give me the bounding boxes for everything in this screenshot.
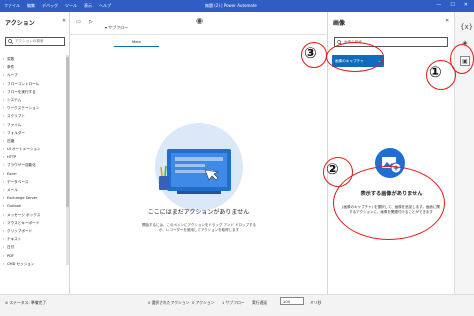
action-group-item[interactable]: フォルダー — [0, 129, 68, 137]
action-group-item[interactable]: メッセージ ボックス — [0, 211, 68, 219]
designer-toolbar: ▭ ▷ ▾ サブフロー ◉ — [70, 12, 327, 35]
annotation-ellipse-empty — [333, 166, 445, 240]
run-delay-unit: ミリ秒 — [310, 300, 322, 305]
images-pane-title: 画像 — [333, 20, 346, 27]
action-group-item[interactable]: HTTP — [0, 153, 68, 161]
tab-main[interactable]: Main — [114, 37, 159, 47]
save-icon[interactable]: ▭ — [76, 19, 81, 25]
subflow-dropdown[interactable]: ▾ サブフロー — [105, 25, 128, 31]
action-group-item[interactable]: メール — [0, 186, 68, 194]
empty-flow-description: 開始するには、このペインにアクションをドラッグ アンド ドロップするか、レコーダ… — [142, 223, 256, 232]
status-text: ⊘ ステータス: 準備完了 — [5, 300, 47, 305]
maximize-button[interactable]: ☐ — [450, 2, 454, 8]
action-group-item[interactable]: UI オートメーション — [0, 145, 68, 153]
action-group-item[interactable]: 条件 — [0, 63, 68, 71]
action-group-item[interactable]: 日付 — [0, 243, 68, 251]
action-group-item[interactable]: CMD セッション — [0, 260, 68, 268]
close-window-button[interactable]: ✕ — [464, 2, 468, 8]
action-group-item[interactable]: ブラウザー自動化 — [0, 161, 68, 169]
search-icon — [8, 39, 13, 44]
menu-edit[interactable]: 編集 — [27, 3, 35, 9]
subflows-count: 1 サブフロー — [222, 300, 245, 305]
actions-pane: アクション ✕ アクションの検索 変数 条件 ループ フローコントロール フロー… — [0, 12, 70, 294]
actions-search-placeholder: アクションの検索 — [15, 39, 44, 43]
window-controls: — ☐ ✕ — [436, 2, 468, 8]
annotation-number-1: ① — [429, 63, 442, 81]
menu-bar: ファイル 編集 デバッグ ツール 表示 ヘルプ — [4, 3, 111, 9]
annotation-ellipse-rail — [450, 44, 474, 74]
menu-help[interactable]: ヘルプ — [99, 3, 111, 9]
actions-search-input[interactable]: アクションの検索 — [5, 37, 65, 46]
annotation-number-2: ② — [326, 160, 339, 178]
actions-pane-close-button[interactable]: ✕ — [62, 18, 66, 24]
action-group-item[interactable]: 圧縮 — [0, 137, 68, 145]
action-list: 変数 条件 ループ フローコントロール フローを実行する システム ワークステー… — [0, 55, 68, 268]
menu-debug[interactable]: デバッグ — [42, 3, 58, 9]
actions-pane-title: アクション — [5, 20, 35, 27]
action-group-item[interactable]: ループ — [0, 71, 68, 79]
action-group-item[interactable]: クリップボード — [0, 227, 68, 235]
variables-icon[interactable]: {x} — [460, 22, 473, 32]
selected-actions-count: 0 選択されたアクション — [148, 300, 190, 305]
action-group-item[interactable]: システム — [0, 96, 68, 104]
action-group-item[interactable]: ワークステーション — [0, 104, 68, 112]
menu-view[interactable]: 表示 — [84, 3, 92, 9]
menu-tools[interactable]: ツール — [65, 3, 77, 9]
annotation-number-3: ③ — [304, 44, 317, 62]
menu-file[interactable]: ファイル — [4, 3, 20, 9]
action-group-item[interactable]: ファイル — [0, 121, 68, 129]
action-group-item[interactable]: テキスト — [0, 235, 68, 243]
action-group-item[interactable]: Outlook — [0, 202, 68, 210]
annotation-ellipse-capture — [326, 42, 384, 72]
action-group-item[interactable]: 変数 — [0, 55, 68, 63]
flow-designer: ▭ ▷ ▾ サブフロー ◉ Main ここにはまだアクションがありません 開始す… — [70, 12, 327, 294]
action-group-item[interactable]: フローコントロール — [0, 80, 68, 88]
run-delay-label: 実行遅延 — [252, 300, 268, 305]
run-delay-input[interactable]: 100 — [280, 297, 304, 305]
action-group-item[interactable]: フローを実行する — [0, 88, 68, 96]
action-group-item[interactable]: PDF — [0, 252, 68, 260]
action-group-item[interactable]: Excel — [0, 170, 68, 178]
title-bar: ファイル 編集 デバッグ ツール 表示 ヘルプ 無題 (2) | Power A… — [0, 0, 474, 12]
action-group-item[interactable]: Exchange Server — [0, 194, 68, 202]
minimize-button[interactable]: — — [436, 2, 441, 8]
action-group-item[interactable]: マウスとキーボード — [0, 219, 68, 227]
window-title: 無題 (2) | Power Automate — [205, 3, 257, 8]
action-group-item[interactable]: スクリプト — [0, 112, 68, 120]
empty-flow-illustration — [155, 123, 243, 211]
empty-flow-title: ここにはまだアクションがありません — [147, 209, 250, 216]
action-group-item[interactable]: データベース — [0, 178, 68, 186]
run-icon[interactable]: ▷ — [89, 19, 93, 25]
status-label: ステータス: 準備完了 — [9, 300, 47, 305]
actions-scroll-thumb[interactable] — [66, 57, 69, 207]
record-icon[interactable]: ◉ — [196, 16, 203, 25]
app-window: ファイル 編集 デバッグ ツール 表示 ヘルプ 無題 (2) | Power A… — [0, 0, 474, 316]
actions-count: 0 アクション — [192, 300, 215, 305]
subflow-label: サブフロー — [108, 25, 129, 30]
images-pane-close-button[interactable]: ✕ — [445, 18, 449, 24]
status-bar: ⊘ ステータス: 準備完了 0 選択されたアクション 0 アクション 1 サブフ… — [0, 294, 474, 316]
